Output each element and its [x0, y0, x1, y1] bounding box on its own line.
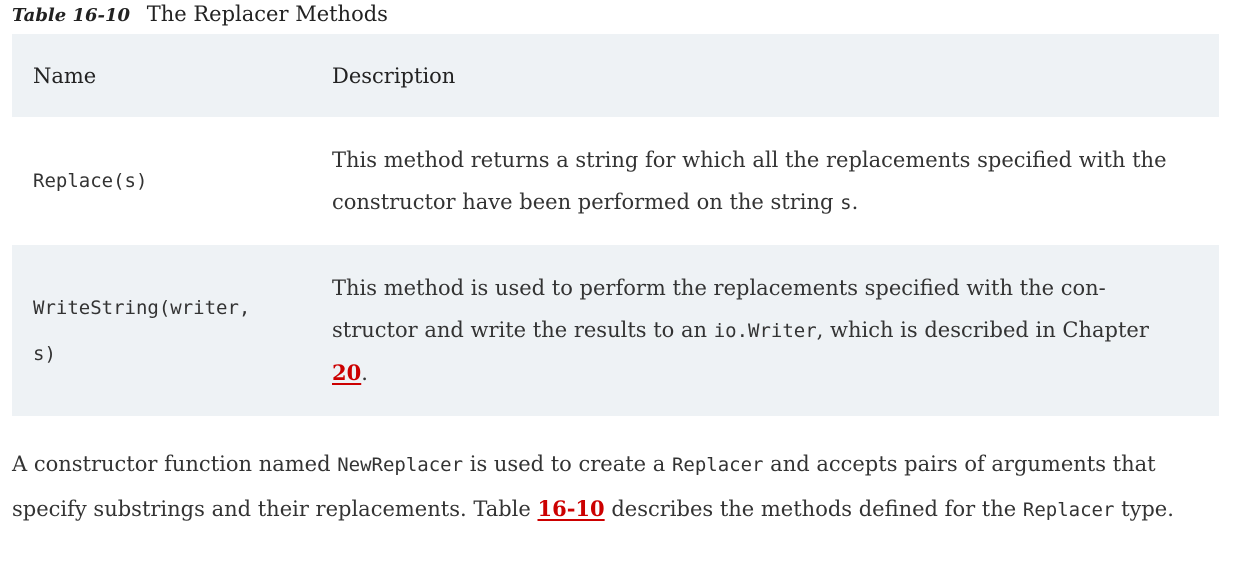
- table-row: WriteString(writer, s) This method is us…: [12, 245, 1219, 416]
- table-row: Replace(s) This method returns a string …: [12, 117, 1219, 245]
- method-name: WriteString(writer, s): [12, 285, 332, 377]
- para-text: describes the methods defined for the: [604, 497, 1023, 521]
- table-header-row: Name Description: [12, 34, 1219, 117]
- desc-text: This method returns a string for which a…: [332, 147, 1167, 214]
- table-caption: Table 16-10 The Replacer Methods: [12, 2, 388, 26]
- para-code: NewReplacer: [337, 454, 464, 476]
- method-description: This method is used to perform the repla…: [332, 267, 1219, 394]
- method-name-line: WriteString(writer,: [33, 296, 251, 319]
- desc-code: s: [840, 191, 852, 214]
- table-caption-label: Table 16-10: [12, 5, 131, 26]
- desc-text: .: [361, 361, 368, 385]
- table-link[interactable]: 16-10: [537, 496, 604, 521]
- header-description: Description: [332, 63, 456, 88]
- table-caption-title: The Replacer Methods: [146, 2, 388, 26]
- para-text: type.: [1114, 497, 1174, 521]
- desc-code: io.Writer: [713, 320, 817, 342]
- method-description: This method returns a string for which a…: [332, 139, 1219, 224]
- method-name: Replace(s): [33, 170, 148, 192]
- methods-table: Name Description Replace(s) This method …: [12, 34, 1219, 416]
- para-text: is used to create a: [463, 452, 672, 476]
- para-code: Replacer: [671, 454, 764, 476]
- desc-text: , which is described in Chapter: [816, 318, 1149, 342]
- body-paragraph: A constructor function named NewReplacer…: [12, 442, 1227, 532]
- para-text: A constructor function named: [12, 452, 338, 476]
- header-name: Name: [33, 63, 97, 88]
- para-code: Replacer: [1022, 499, 1115, 521]
- desc-text: .: [851, 189, 859, 214]
- method-name-line: s): [33, 342, 56, 365]
- chapter-link[interactable]: 20: [332, 360, 361, 385]
